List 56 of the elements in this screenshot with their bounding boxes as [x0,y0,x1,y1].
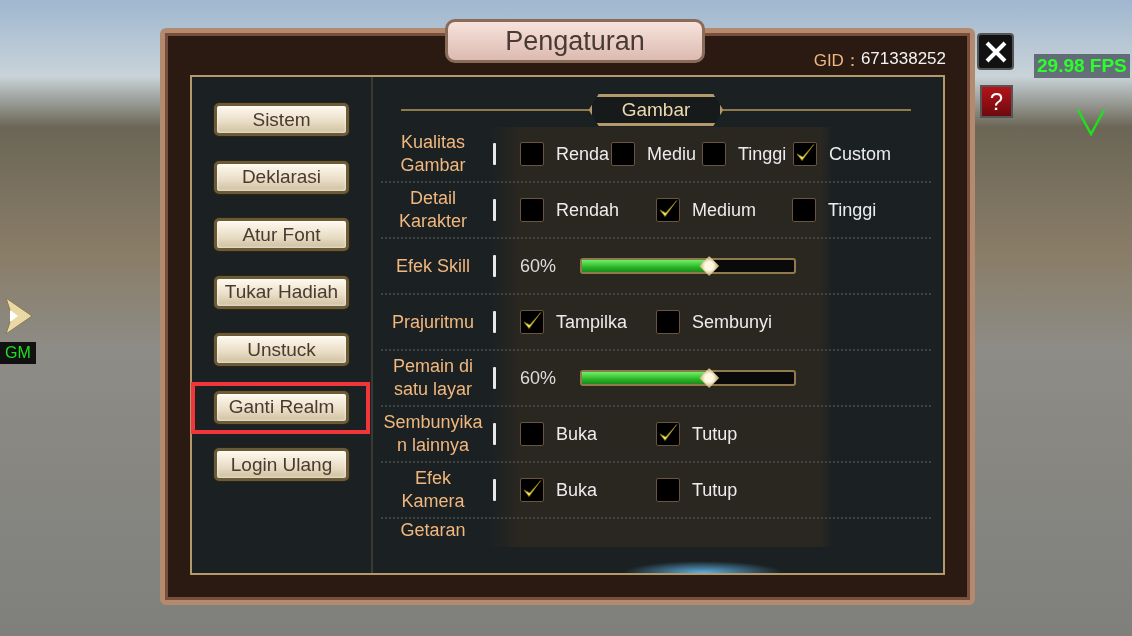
checkbox[interactable] [520,478,544,502]
option-label: Tinggi [828,199,877,221]
setting-label: Prajuritmu [391,310,475,334]
gid-value: 671338252 [860,49,946,70]
slider-reading: 60% [520,255,558,277]
expand-arrow-icon[interactable] [4,296,34,336]
checkbox[interactable] [520,198,544,222]
option-label: Renda [556,143,610,165]
section-title: Gambar [588,94,724,126]
dialog-title: Pengaturan [445,19,705,63]
option-label: Tampilka [556,311,628,333]
menu-button[interactable]: Unstuck [214,333,349,366]
setting-label: Kualitas Gambar [399,131,467,177]
option-label: Tinggi [738,143,787,165]
fps-counter: 29.98 FPS [1034,54,1130,78]
option-label: Tutup [692,479,738,501]
menu-button[interactable]: Deklarasi [214,160,349,194]
checkbox[interactable] [793,142,817,166]
menu-button[interactable]: Ganti Realm [214,390,349,424]
menu-button[interactable]: Atur Font [214,218,349,251]
option-label: Mediu [647,143,697,165]
checkbox[interactable] [656,198,680,222]
slider-track[interactable] [580,258,796,274]
setting-label: Pemain di satu layar [391,355,474,401]
option-label: Medium [692,199,757,221]
slider-track[interactable] [580,370,796,386]
gm-label: GM [0,342,36,364]
close-button[interactable] [977,33,1014,70]
checkbox[interactable] [792,198,816,222]
checkbox[interactable] [520,142,544,166]
checkbox[interactable] [520,310,544,334]
setting-label: Efek Skill [395,254,471,278]
option-label: Custom [829,143,891,165]
setting-label: Detail Karakter [398,187,468,233]
menu-button[interactable]: Login Ulang [214,448,349,481]
option-label: Buka [556,479,598,501]
slider-reading: 60% [520,367,558,389]
checkbox[interactable] [656,478,680,502]
checkbox[interactable] [611,142,635,166]
checkbox[interactable] [656,310,680,334]
close-icon [983,39,1008,64]
option-label: Sembunyi [692,311,773,333]
gid-label: GID： [813,50,861,72]
help-button[interactable]: ? [980,85,1013,118]
setting-label: Sembunyikan lainnya [382,411,484,457]
checkbox[interactable] [702,142,726,166]
option-label: Rendah [556,199,620,221]
checkmark-icon [1076,108,1106,136]
option-label: Buka [556,423,598,445]
option-label: Tutup [692,423,738,445]
setting-label: Efek Kamera [400,467,466,513]
setting-label: Getaran [399,519,467,542]
checkbox[interactable] [520,422,544,446]
menu-button[interactable]: Sistem [214,103,349,136]
menu-button[interactable]: Tukar Hadiah [214,275,349,309]
checkbox[interactable] [656,422,680,446]
